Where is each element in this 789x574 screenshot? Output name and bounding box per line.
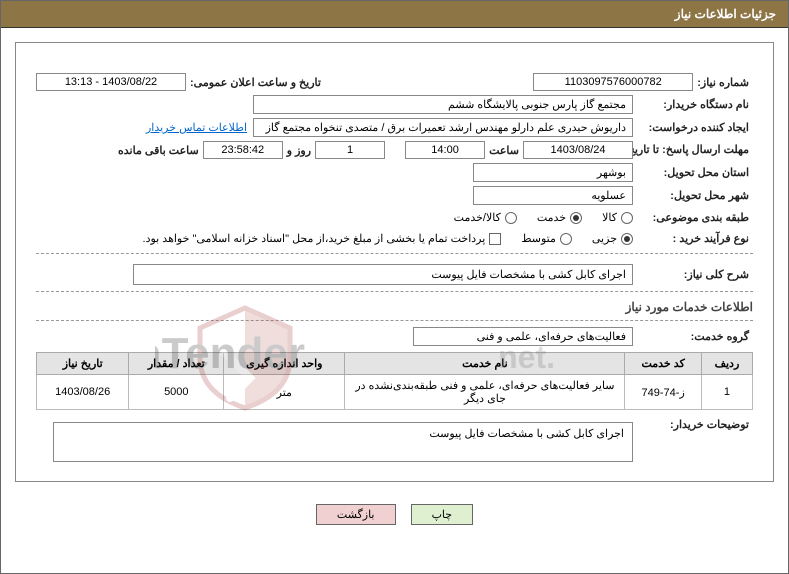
payment-note: پرداخت تمام یا بخشی از مبلغ خرید،از محل … (143, 232, 486, 245)
public-date-value: 1403/08/22 - 13:13 (36, 73, 186, 91)
cell-unit: متر (224, 375, 345, 410)
th-date: تاریخ نیاز (37, 353, 129, 375)
radio-icon (621, 212, 633, 224)
deadline-time: 14:00 (405, 141, 485, 159)
cell-row: 1 (701, 375, 752, 410)
radio-minor-label: جزیی (592, 232, 617, 245)
service-group-value: فعالیت‌های حرفه‌ای، علمی و فنی (413, 327, 633, 346)
cell-date: 1403/08/26 (37, 375, 129, 410)
radio-service-label: خدمت (537, 211, 566, 224)
radio-medium-label: متوسط (521, 232, 556, 245)
radio-service[interactable]: خدمت (537, 211, 582, 224)
deadline-hours: 23:58:42 (203, 141, 283, 159)
radio-goods-label: کالا (602, 211, 617, 224)
th-qty: تعداد / مقدار (129, 353, 224, 375)
radio-both[interactable]: کالا/خدمت (454, 211, 517, 224)
radio-icon (570, 212, 582, 224)
category-label: طبقه بندی موضوعی: (633, 209, 753, 226)
back-button[interactable]: بازگشت (316, 504, 396, 525)
deadline-days-label: روز و (283, 142, 315, 159)
th-name: نام خدمت (345, 353, 625, 375)
print-button[interactable]: چاپ (411, 504, 474, 525)
deadline-label: مهلت ارسال پاسخ: تا تاریخ: (633, 141, 753, 159)
th-row: ردیف (701, 353, 752, 375)
process-label: نوع فرآیند خرید : (633, 230, 753, 247)
radio-icon (621, 233, 633, 245)
services-section-title: اطلاعات خدمات مورد نیاز (36, 300, 753, 314)
checkbox-icon (489, 233, 501, 245)
buyer-org-label: نام دستگاه خریدار: (633, 96, 753, 113)
buyer-notes-label: توضیحات خریدار: (633, 416, 753, 433)
city-value: عسلویه (473, 186, 633, 205)
cell-qty: 5000 (129, 375, 224, 410)
radio-goods[interactable]: کالا (602, 211, 633, 224)
deadline-remain-label: ساعت باقی مانده (114, 142, 203, 159)
province-label: استان محل تحویل: (633, 164, 753, 181)
summary-label: شرح کلی نیاز: (633, 266, 753, 283)
table-row: 1 ز-74-749 سایر فعالیت‌های حرفه‌ای، علمی… (37, 375, 753, 410)
requester-value: داریوش حیدری علم دارلو مهندس ارشد تعمیرا… (253, 118, 633, 137)
deadline-date: 1403/08/24 (523, 141, 633, 159)
city-label: شهر محل تحویل: (633, 187, 753, 204)
service-group-label: گروه خدمت: (633, 328, 753, 345)
radio-medium[interactable]: متوسط (521, 232, 572, 245)
buyer-contact-link[interactable]: اطلاعات تماس خریدار (146, 121, 247, 134)
buyer-notes-value: اجرای کابل کشی با مشخصات فایل پیوست (53, 422, 633, 462)
services-table: ردیف کد خدمت نام خدمت واحد اندازه گیری ت… (36, 352, 753, 410)
province-value: بوشهر (473, 163, 633, 182)
public-date-label: تاریخ و ساعت اعلان عمومی: (186, 74, 325, 91)
requester-label: ایجاد کننده درخواست: (633, 119, 753, 136)
page-title: جزئیات اطلاعات نیاز (1, 1, 788, 28)
payment-checkbox-group[interactable]: پرداخت تمام یا بخشی از مبلغ خرید،از محل … (143, 232, 502, 245)
deadline-time-label: ساعت (485, 142, 523, 159)
cell-name: سایر فعالیت‌های حرفه‌ای، علمی و فنی طبقه… (345, 375, 625, 410)
radio-both-label: کالا/خدمت (454, 211, 501, 224)
cell-code: ز-74-749 (625, 375, 701, 410)
need-number-value: 1103097576000782 (533, 73, 693, 91)
th-code: کد خدمت (625, 353, 701, 375)
need-number-label: شماره نیاز: (693, 74, 753, 91)
summary-value: اجرای کابل کشی با مشخصات فایل پیوست (133, 264, 633, 285)
radio-minor[interactable]: جزیی (592, 232, 633, 245)
th-unit: واحد اندازه گیری (224, 353, 345, 375)
deadline-label1: مهلت ارسال پاسخ: (662, 144, 749, 156)
radio-icon (505, 212, 517, 224)
radio-icon (560, 233, 572, 245)
buyer-org-value: مجتمع گاز پارس جنوبی پالایشگاه ششم (253, 95, 633, 114)
deadline-days: 1 (315, 141, 385, 159)
